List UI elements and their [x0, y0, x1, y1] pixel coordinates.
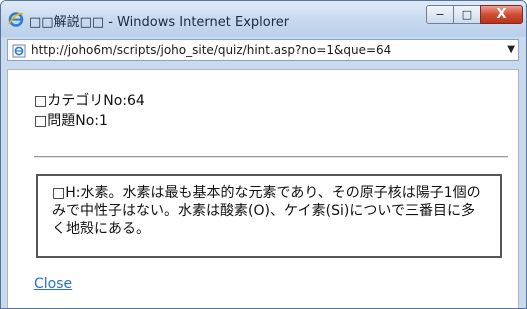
maximize-icon: □	[461, 8, 473, 21]
close-window-button[interactable]: X	[480, 5, 523, 24]
page-content: □カテゴリNo:64 □問題No:1 □H:水素。水素は最も基本的な元素であり、…	[7, 69, 519, 308]
minimize-icon: −	[435, 8, 445, 21]
title-bar[interactable]: □□解説□□ - Windows Internet Explorer − □ X	[1, 1, 526, 37]
hint-box: □H:水素。水素は最も基本的な元素であり、その原子核は陽子1個のみで中性子はない…	[36, 174, 502, 258]
window-title: □□解説□□ - Windows Internet Explorer	[29, 15, 290, 30]
address-bar[interactable]: http://joho6m/scripts/joho_site/quiz/hin…	[7, 39, 519, 61]
close-icon: X	[496, 7, 507, 22]
close-link[interactable]: Close	[34, 276, 72, 292]
minimize-button[interactable]: −	[426, 5, 454, 24]
hint-text: □H:水素。水素は最も基本的な元素であり、その原子核は陽子1個のみで中性子はない…	[52, 185, 481, 237]
maximize-button[interactable]: □	[453, 5, 481, 24]
category-number: □カテゴリNo:64	[34, 93, 145, 109]
page-icon	[12, 43, 26, 58]
url-text[interactable]: http://joho6m/scripts/joho_site/quiz/hin…	[31, 43, 501, 57]
divider	[34, 156, 508, 158]
ie-icon	[8, 11, 24, 27]
dropdown-arrow-icon[interactable]: ▼	[507, 44, 515, 55]
browser-window: □□解説□□ - Windows Internet Explorer − □ X…	[0, 0, 527, 309]
question-number: □問題No:1	[34, 113, 108, 129]
